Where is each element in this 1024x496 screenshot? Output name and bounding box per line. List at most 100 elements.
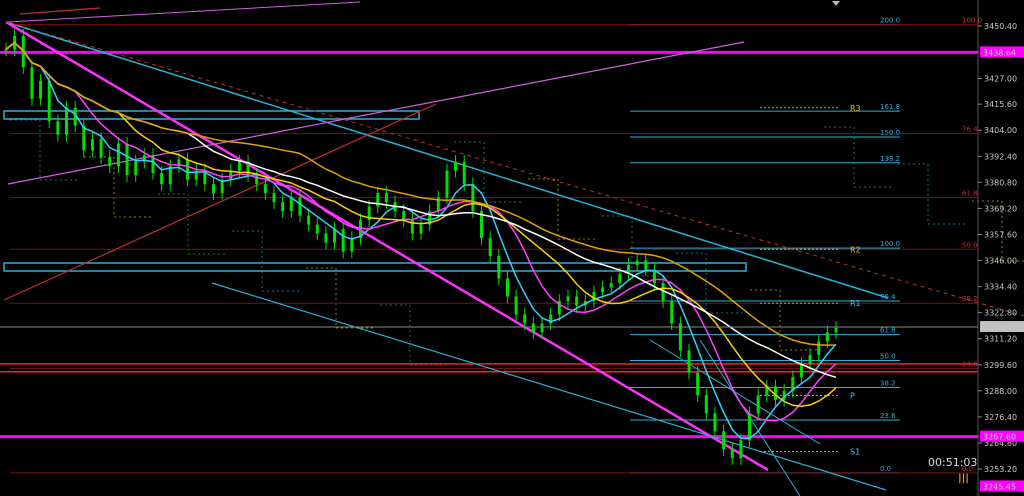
candle-body [108, 157, 112, 167]
candle-body [384, 193, 388, 203]
pivot-label: S1 [850, 447, 860, 456]
candle-body [566, 296, 570, 301]
axis-tick-label: 3415.60 [984, 100, 1017, 109]
candle-body [505, 278, 509, 297]
candle-body [635, 260, 639, 266]
axis-tick-label: 3346.00 [984, 257, 1017, 266]
candle-body [454, 161, 458, 171]
axis-tick-label: 3369.20 [984, 204, 1017, 213]
trend-line [7, 1, 361, 23]
pivot-step-line [232, 230, 302, 292]
axis-tick-label: 3311.20 [984, 335, 1017, 344]
pivot-step-line [10, 119, 80, 181]
candle-body [575, 296, 579, 306]
axis-tick-label: 3392.40 [984, 152, 1017, 161]
bar-marker: ||| [958, 473, 969, 484]
pivot-label: P [850, 391, 855, 400]
price-chart[interactable]: 200.0 161.8 150.0 138.2 100.0 76.4 61.8 50.0 38.… [0, 0, 1024, 496]
pivot-step-line [750, 289, 820, 351]
candle-body [307, 215, 311, 225]
candle-body [834, 327, 838, 333]
candle-body [670, 300, 674, 324]
axis-tick-label: 3427.00 [984, 75, 1017, 84]
current-price-flag: 3316.40 [983, 323, 1016, 332]
fib-red-label: 76.4 [962, 126, 978, 134]
candle-body [722, 431, 726, 450]
magenta-price-flag: 3267.60 [983, 433, 1016, 442]
candle-body [281, 202, 285, 212]
candle-body [272, 193, 276, 203]
axis-tick-label: 3288.00 [984, 387, 1017, 396]
candle-body [134, 161, 138, 176]
fib-level-label: 150.0 [880, 129, 900, 137]
scroll-arrow-icon[interactable] [832, 1, 840, 6]
axis-tick-label: 3334.40 [984, 283, 1017, 292]
candle-body [730, 449, 734, 459]
axis-tick-label: 3380.80 [984, 178, 1017, 187]
candle-body [497, 256, 501, 279]
magenta-price-flag: 3438.64 [983, 48, 1016, 57]
candle-body [618, 274, 622, 283]
candle-body [540, 323, 544, 333]
axis-tick-label: 3404.00 [984, 126, 1017, 135]
candle-body [531, 323, 535, 333]
candle-body [47, 80, 51, 122]
candle-body [350, 238, 354, 252]
candle-body [99, 139, 103, 158]
chart-window: 200.0 161.8 150.0 138.2 100.0 76.4 61.8 50.0 38.… [0, 0, 1024, 496]
fib-level-label: 100.0 [880, 240, 900, 248]
axis-tick-label: 3276.40 [984, 413, 1017, 422]
candle-body [65, 107, 69, 135]
pivot-step-line [306, 267, 376, 329]
fib-level-label: 38.2 [880, 379, 896, 387]
candle-body [298, 197, 302, 216]
axis-tick-label: 3253.20 [984, 465, 1017, 474]
candle-body [39, 80, 43, 99]
candle-body [333, 229, 337, 243]
candle-body [160, 172, 164, 185]
candle-body [514, 296, 518, 315]
pivot-step-line [380, 304, 450, 366]
fib-level-label: 161.8 [880, 103, 900, 111]
axis-tick-label: 3357.60 [984, 230, 1017, 239]
candle-body [263, 184, 267, 194]
moving-average-line [5, 41, 837, 346]
candle-body [212, 184, 215, 194]
candle-body [739, 440, 743, 459]
trend-line [19, 7, 101, 15]
axis-tick-label: 3450.40 [984, 22, 1017, 31]
candle-body [445, 170, 449, 198]
fib-red-label: 100.0 [962, 17, 982, 25]
candle-body [601, 287, 605, 292]
moving-average-line [5, 41, 837, 440]
candle-body [713, 413, 717, 432]
candle-body [376, 193, 380, 207]
fib-level-label: 138.2 [880, 155, 900, 163]
pivot-label: R3 [850, 104, 861, 113]
candle-body [82, 125, 86, 151]
candle-body [488, 238, 492, 257]
candle-body [748, 413, 752, 441]
magenta-price-flag: 3245.45 [983, 482, 1016, 491]
candle-body [30, 67, 34, 99]
candle-body [704, 395, 708, 414]
candle-body [56, 121, 60, 135]
candle-body [817, 341, 821, 355]
candle-body [462, 161, 466, 185]
fib-red-label: 50.0 [962, 241, 978, 249]
fib-level-label: 23.6 [880, 412, 896, 420]
trend-line [211, 282, 887, 491]
trend-line [5, 20, 769, 472]
axis-tick-label: 3322.80 [984, 309, 1017, 318]
candle-body [523, 314, 527, 324]
candle-body [237, 161, 241, 171]
candle-body [341, 229, 345, 252]
candle-body [825, 332, 829, 342]
candle-body [90, 139, 94, 151]
pivot-label: R2 [850, 245, 861, 254]
candle-body [799, 363, 803, 378]
axis-tick-label: 3299.60 [984, 361, 1017, 370]
candle-body [289, 197, 293, 212]
candle-body [419, 224, 423, 234]
candle-body [696, 372, 700, 396]
